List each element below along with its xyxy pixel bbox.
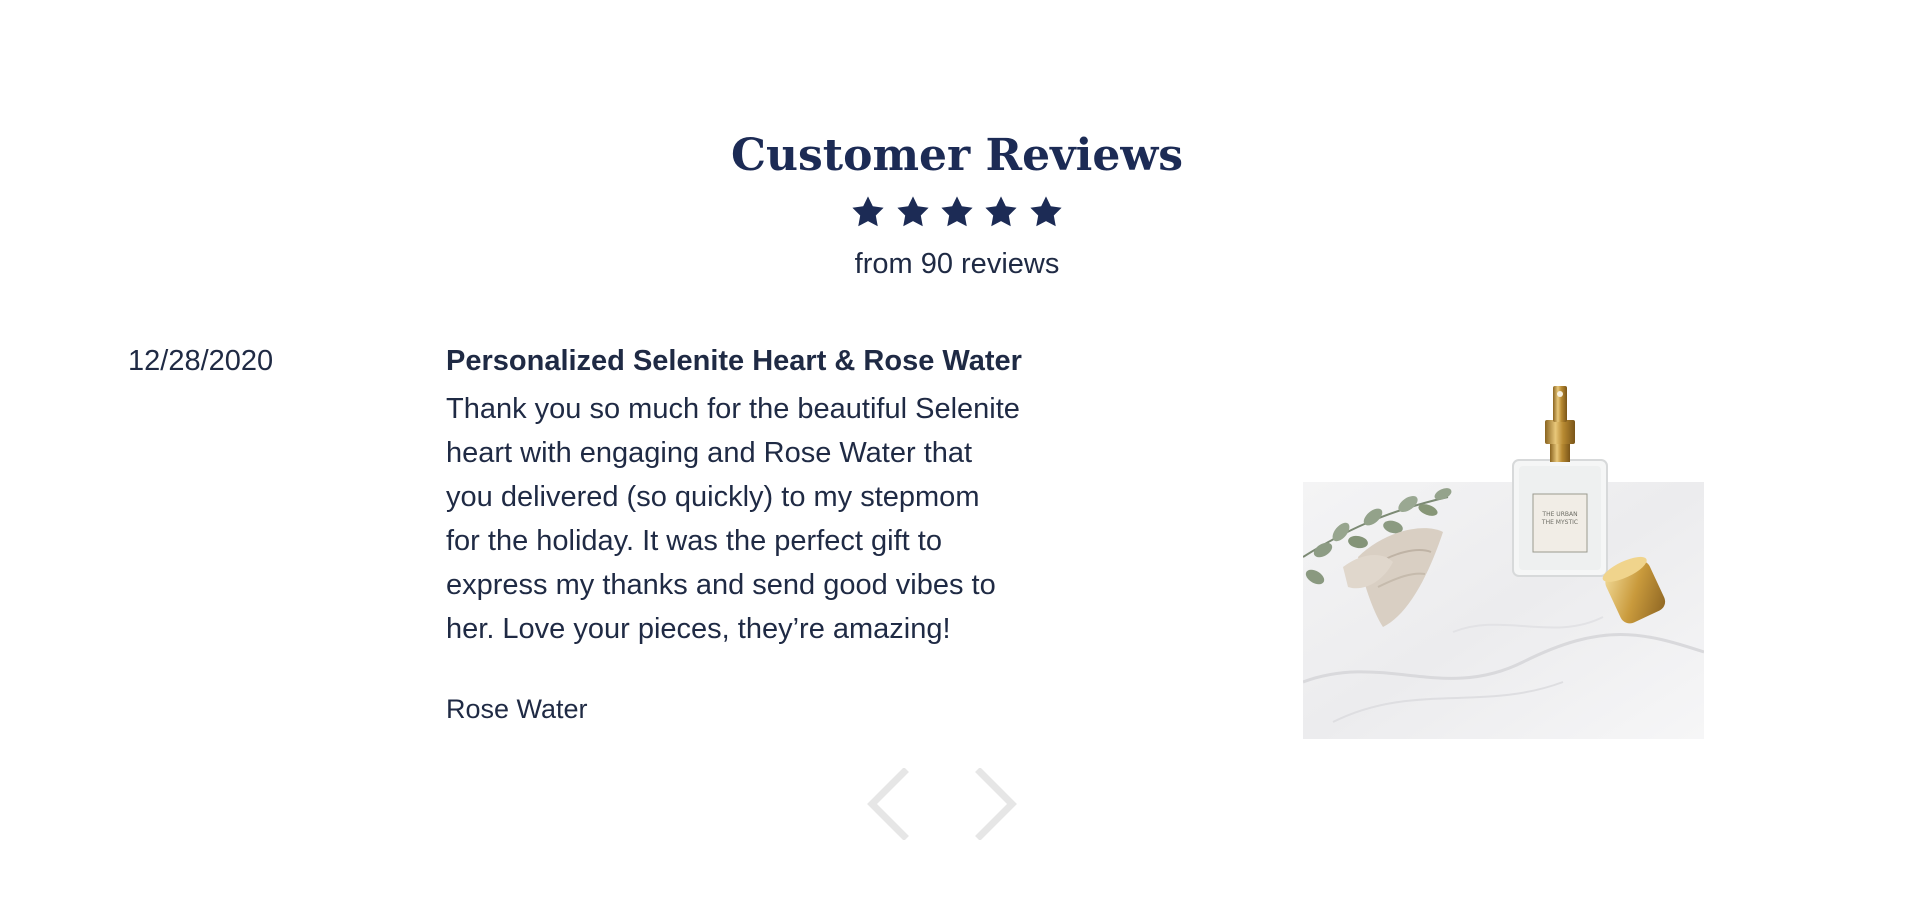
star-icon <box>895 194 931 230</box>
bottle-label-line-1: THE URBAN <box>1541 511 1577 518</box>
review-date: 12/28/2020 <box>128 345 274 377</box>
carousel-prev-button[interactable] <box>864 768 912 840</box>
review-body-line: Thank you so much for the beautiful Sele… <box>446 393 1020 425</box>
review-body-line: express my thanks and send good vibes to <box>446 569 996 601</box>
rating-stars <box>0 194 1914 230</box>
review-product-photo: THE URBAN THE MYSTIC <box>1303 382 1704 739</box>
bottle-label-line-2: THE MYSTIC <box>1541 519 1578 526</box>
star-icon <box>850 194 886 230</box>
review-body-line: for the holiday. It was the perfect gift… <box>446 525 942 557</box>
review-body: Thank you so much for the beautiful Sele… <box>446 387 1126 651</box>
review-body-line: her. Love your pieces, they’re amazing! <box>446 613 951 645</box>
review-body-line: heart with engaging and Rose Water that <box>446 437 973 469</box>
carousel-next-button[interactable] <box>972 768 1020 840</box>
customer-reviews-section: Customer Reviews from 90 reviews 12/28/2… <box>0 0 1914 918</box>
review-count: from 90 reviews <box>854 248 1060 280</box>
review-product-name: Rose Water <box>446 694 588 724</box>
star-icon <box>939 194 975 230</box>
chevron-left-icon <box>867 768 909 840</box>
chevron-right-icon <box>975 768 1017 840</box>
star-icon <box>983 194 1019 230</box>
review-body-line: you delivered (so quickly) to my stepmom <box>446 481 980 513</box>
star-icon <box>1028 194 1064 230</box>
review-title: Personalized Selenite Heart & Rose Water <box>446 345 1022 377</box>
reviews-title: Customer Reviews <box>731 130 1183 181</box>
